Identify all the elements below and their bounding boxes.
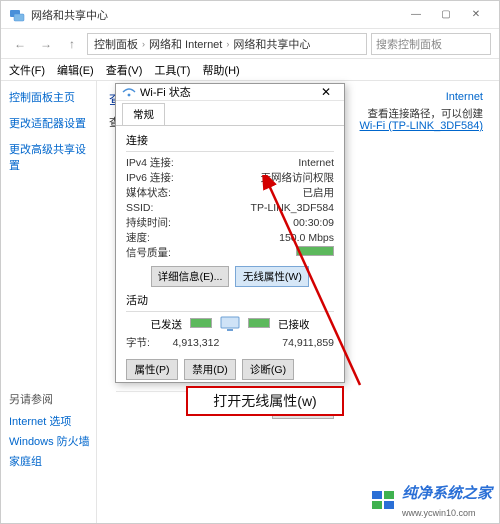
ipv6-value: 无网络访问权限 [261, 171, 335, 186]
media-label: 媒体状态: [126, 186, 171, 201]
wifi-status-dialog: Wi-Fi 状态 ✕ 常规 连接 IPv4 连接: Internet IPv6 连… [115, 83, 345, 383]
ssid-label: SSID: [126, 201, 153, 216]
network-icon [9, 7, 25, 23]
wifi-icon [122, 85, 136, 99]
sidebar-sharing-settings[interactable]: 更改高级共享设置 [9, 141, 88, 173]
sidebar-home[interactable]: 控制面板主页 [9, 89, 88, 105]
bytes-recv-value: 74,911,859 [242, 336, 334, 351]
dialog-close-button[interactable]: ✕ [314, 85, 338, 99]
link-homegroup[interactable]: 家庭组 [9, 453, 90, 469]
watermark: 纯净系统之家 www.ycwin10.com [372, 482, 492, 520]
bytes-label: 字节: [126, 336, 150, 351]
menu-help[interactable]: 帮助(H) [202, 62, 239, 78]
breadcrumb[interactable]: 控制面板 › 网络和 Internet › 网络和共享中心 [87, 33, 367, 55]
dialog-tabs: 常规 [116, 101, 344, 126]
dialog-titlebar: Wi-Fi 状态 ✕ [116, 84, 344, 101]
section-activity: 活动 [126, 292, 334, 308]
wireless-properties-button[interactable]: 无线属性(W) [235, 266, 309, 287]
activity-sent-icon [190, 318, 212, 331]
address-bar: ← → ↑ 控制面板 › 网络和 Internet › 网络和共享中心 搜索控制… [1, 29, 499, 59]
details-button[interactable]: 详细信息(E)... [151, 266, 230, 287]
annotation-label: 打开无线属性(w) [186, 386, 344, 416]
access-type-value: Internet [446, 91, 483, 103]
see-also: 另请参阅 Internet 选项 Windows 防火墙 家庭组 [9, 391, 90, 473]
section-connection: 连接 [126, 132, 334, 148]
chevron-right-icon: › [226, 39, 229, 49]
bytes-sent-value: 4,913,312 [150, 336, 242, 351]
back-button[interactable]: ← [9, 33, 31, 55]
dialog-title: Wi-Fi 状态 [140, 84, 314, 100]
up-button[interactable]: ↑ [61, 33, 83, 55]
menu-edit[interactable]: 编辑(E) [57, 62, 94, 78]
maximize-button[interactable]: ▢ [431, 5, 461, 25]
window-title: 网络和共享中心 [31, 7, 401, 23]
ipv4-value: Internet [298, 156, 334, 171]
properties-button[interactable]: 属性(P) [126, 359, 178, 380]
chevron-right-icon: › [142, 39, 145, 49]
ipv4-label: IPv4 连接: [126, 156, 174, 171]
window-buttons: — ▢ ✕ [401, 5, 491, 25]
link-internet-options[interactable]: Internet 选项 [9, 413, 90, 429]
forward-button[interactable]: → [35, 33, 57, 55]
speed-label: 速度: [126, 231, 150, 246]
signal-label: 信号质量: [126, 246, 171, 261]
watermark-text: 纯净系统之家 [402, 485, 492, 502]
tab-general[interactable]: 常规 [122, 103, 165, 125]
search-placeholder: 搜索控制面板 [376, 36, 442, 52]
wifi-connection-link[interactable]: Wi-Fi (TP-LINK_3DF584) [360, 120, 483, 132]
titlebar: 网络和共享中心 — ▢ ✕ [1, 1, 499, 29]
watermark-url: www.ycwin10.com [402, 508, 476, 518]
menu-tools[interactable]: 工具(T) [154, 62, 190, 78]
crumb-control-panel[interactable]: 控制面板 [94, 36, 138, 52]
sidebar-adapter-settings[interactable]: 更改适配器设置 [9, 115, 88, 131]
activity-recv-icon [248, 318, 270, 331]
minimize-button[interactable]: — [401, 5, 431, 25]
crumb-network-sharing[interactable]: 网络和共享中心 [233, 36, 310, 52]
speed-value: 150.0 Mbps [279, 231, 334, 246]
menu-view[interactable]: 查看(V) [106, 62, 143, 78]
recv-label: 已接收 [278, 317, 310, 332]
search-input[interactable]: 搜索控制面板 [371, 33, 491, 55]
duration-value: 00:30:09 [293, 216, 334, 231]
ipv6-label: IPv6 连接: [126, 171, 174, 186]
link-windows-firewall[interactable]: Windows 防火墙 [9, 433, 90, 449]
activity-row: 已发送 已接收 [126, 316, 334, 332]
media-value: 已启用 [303, 186, 335, 201]
ssid-value: TP-LINK_3DF584 [251, 201, 334, 216]
sent-label: 已发送 [151, 317, 183, 332]
signal-bars-icon [296, 246, 334, 256]
menu-file[interactable]: 文件(F) [9, 62, 45, 78]
monitor-icon [220, 316, 240, 332]
dialog-body: 连接 IPv4 连接: Internet IPv6 连接: 无网络访问权限 媒体状态… [116, 126, 344, 391]
diagnose-button[interactable]: 诊断(G) [242, 359, 294, 380]
crumb-network-internet[interactable]: 网络和 Internet [149, 36, 222, 52]
menubar: 文件(F) 编辑(E) 查看(V) 工具(T) 帮助(H) [1, 59, 499, 81]
watermark-logo-icon [372, 491, 396, 511]
see-also-label: 另请参阅 [9, 391, 90, 407]
connection-path-label: 查看连接路径，可以创建 [368, 106, 484, 121]
duration-label: 持续时间: [126, 216, 171, 231]
close-button[interactable]: ✕ [461, 5, 491, 25]
disable-button[interactable]: 禁用(D) [184, 359, 236, 380]
